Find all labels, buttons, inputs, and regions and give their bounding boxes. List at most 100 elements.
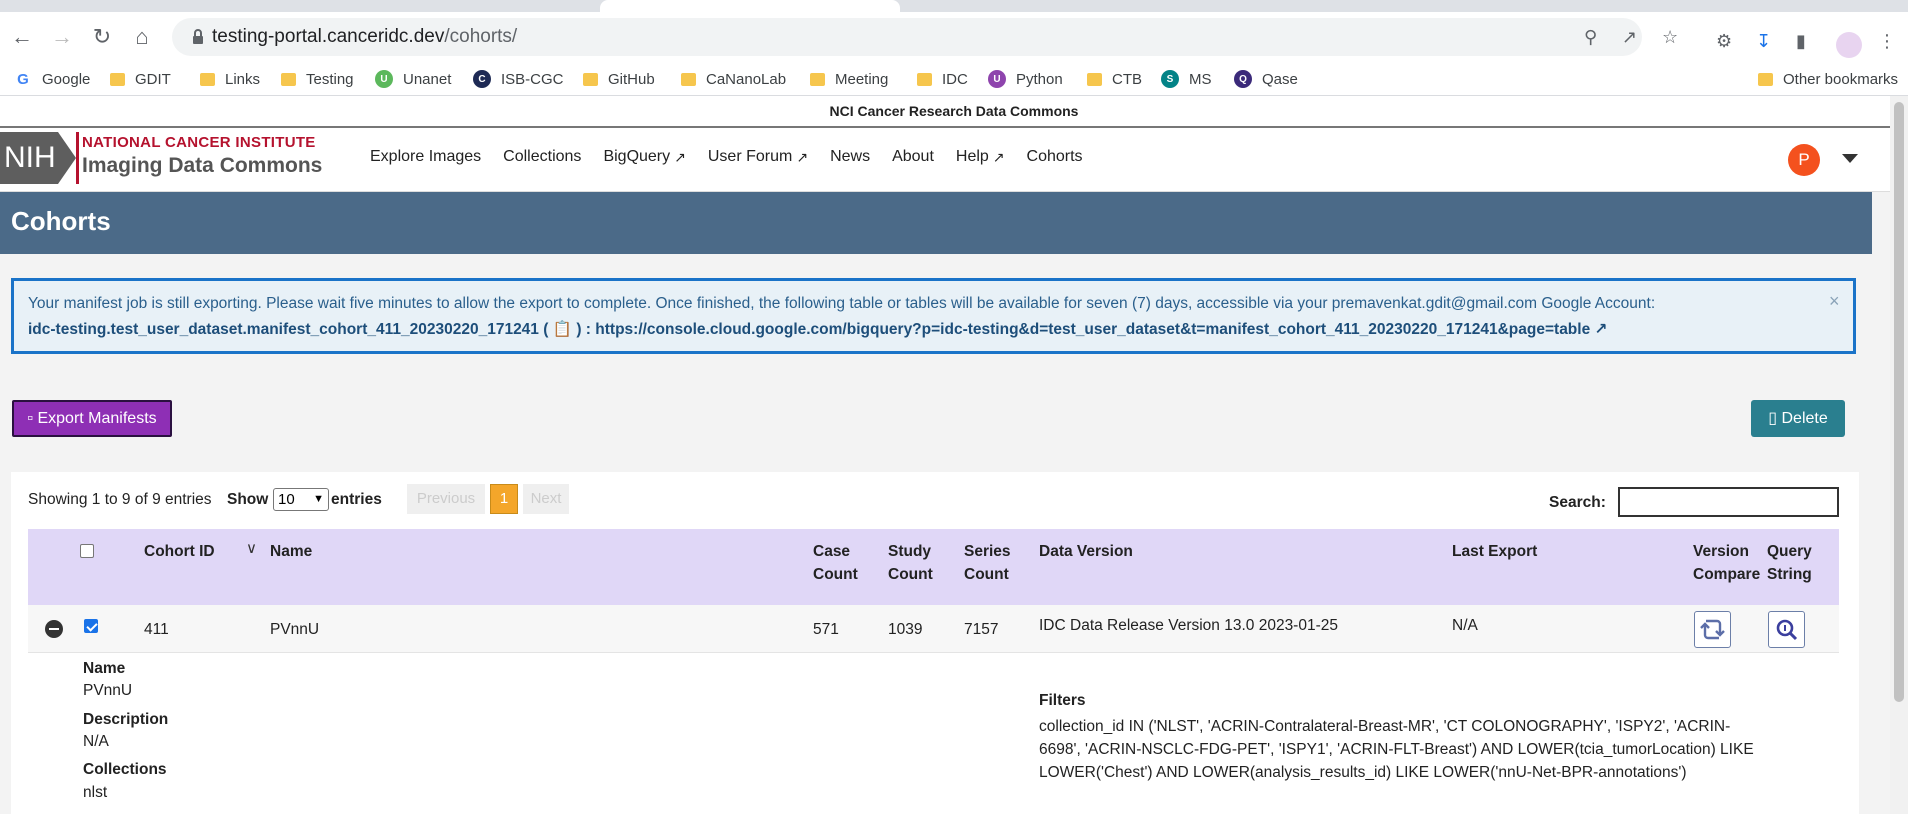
- scrollbar-thumb[interactable]: [1894, 102, 1904, 702]
- delete-button[interactable]: ▯ Delete: [1751, 400, 1845, 437]
- col-case-count[interactable]: Case Count: [813, 540, 858, 586]
- clipboard-icon: ▫: [27, 410, 38, 427]
- row-checkbox[interactable]: [84, 619, 98, 633]
- bookmark-meeting[interactable]: Meeting: [810, 68, 888, 90]
- bookmark-label: Google: [42, 70, 91, 88]
- bookmark-qase[interactable]: Q Qase: [1234, 68, 1298, 90]
- alert-bigquery-link[interactable]: https://console.cloud.google.com/bigquer…: [595, 321, 1590, 338]
- sidepanel-icon[interactable]: ▮: [1796, 31, 1806, 52]
- close-icon[interactable]: ×: [1829, 291, 1840, 312]
- address-bar[interactable]: testing-portal.canceridc.dev/cohorts/ ⚲ …: [172, 18, 1678, 56]
- col-name[interactable]: Name: [270, 540, 312, 563]
- menu-icon[interactable]: ⋮: [1878, 31, 1896, 52]
- page-scrollbar[interactable]: [1890, 96, 1908, 814]
- table-row[interactable]: 411 PVnnU 571 1039 7157 IDC Data Release…: [28, 605, 1839, 653]
- page-1-button[interactable]: 1: [490, 484, 518, 514]
- url-text: testing-portal.canceridc.dev/cohorts/: [212, 26, 517, 48]
- next-page-button[interactable]: Next: [523, 484, 569, 514]
- bookmark-google[interactable]: G Google: [14, 68, 90, 90]
- reload-icon[interactable]: ↻: [85, 20, 119, 54]
- address-row: ← → ↻ ⌂ testing-portal.canceridc.dev/coh…: [0, 12, 1908, 62]
- col-cohort-id[interactable]: Cohort ID: [144, 540, 215, 563]
- browser-chrome: ← → ↻ ⌂ testing-portal.canceridc.dev/coh…: [0, 0, 1908, 96]
- row-details: Name PVnnU Description N/A Collections n…: [28, 653, 1839, 814]
- col-last-export[interactable]: Last Export: [1452, 540, 1537, 563]
- tab-strip: [0, 0, 1908, 12]
- bookmark-label: ISB-CGC: [501, 70, 564, 88]
- python-icon: U: [988, 70, 1006, 88]
- nav-bigquery[interactable]: BigQuery ↗: [603, 148, 685, 166]
- bookmark-label: CaNanoLab: [706, 70, 787, 88]
- nih-logo[interactable]: NIH: [0, 132, 58, 184]
- home-icon[interactable]: ⌂: [125, 20, 159, 54]
- query-string-button[interactable]: [1768, 611, 1805, 648]
- chevron-down-icon: ▼: [313, 493, 324, 505]
- cell-series-count: 7157: [964, 621, 999, 638]
- collapse-row-icon[interactable]: [45, 620, 63, 638]
- extensions-icon[interactable]: ⚙: [1716, 31, 1732, 52]
- bookmark-ctb[interactable]: CTB: [1087, 68, 1142, 90]
- bookmark-idc[interactable]: IDC: [917, 68, 968, 90]
- bookmark-label: CTB: [1112, 70, 1142, 88]
- export-manifests-button[interactable]: ▫ Export Manifests: [12, 400, 172, 437]
- bookmark-isb-cgc[interactable]: C ISB-CGC: [473, 68, 564, 90]
- profile-icon[interactable]: [1836, 32, 1862, 58]
- star-icon[interactable]: ☆: [1662, 27, 1678, 48]
- alert-message: Your manifest job is still exporting. Pl…: [28, 295, 1656, 312]
- version-compare-button[interactable]: [1694, 611, 1731, 648]
- bookmark-gdit[interactable]: GDIT: [110, 68, 171, 90]
- bookmark-python[interactable]: U Python: [988, 68, 1063, 90]
- cell-name: PVnnU: [270, 621, 320, 638]
- active-tab[interactable]: [600, 0, 900, 12]
- nav-explore-images[interactable]: Explore Images: [370, 148, 481, 166]
- bookmark-cananolab[interactable]: CaNanoLab: [681, 68, 786, 90]
- user-avatar[interactable]: P: [1788, 144, 1820, 176]
- nav-news[interactable]: News: [830, 148, 870, 166]
- page-size-value: 10: [278, 491, 295, 508]
- col-label: Query: [1767, 543, 1812, 560]
- share-icon[interactable]: ↗: [1622, 27, 1637, 48]
- external-link-icon: ↗: [992, 148, 1005, 165]
- url-domain: testing-portal.canceridc.dev: [212, 26, 445, 47]
- nav-help[interactable]: Help ↗: [956, 148, 1005, 166]
- col-query-string: Query String: [1767, 540, 1812, 586]
- download-icon[interactable]: ↧: [1756, 31, 1771, 52]
- forward-icon[interactable]: →: [45, 20, 79, 54]
- nav-collections[interactable]: Collections: [503, 148, 581, 166]
- bookmark-label: Python: [1016, 70, 1063, 88]
- user-menu-caret-icon[interactable]: [1842, 154, 1858, 163]
- nav-cohorts[interactable]: Cohorts: [1027, 148, 1083, 166]
- bookmark-ms[interactable]: S MS: [1161, 68, 1212, 90]
- previous-page-button[interactable]: Previous: [407, 484, 485, 514]
- logo-divider: [76, 132, 79, 184]
- cell-study-count: 1039: [888, 621, 923, 638]
- col-data-version[interactable]: Data Version: [1039, 540, 1133, 563]
- export-alert: Your manifest job is still exporting. Pl…: [11, 278, 1856, 354]
- other-bookmarks[interactable]: Other bookmarks: [1758, 68, 1898, 90]
- select-all-checkbox[interactable]: [80, 544, 94, 558]
- nav-label: Collections: [503, 148, 582, 165]
- bookmark-unanet[interactable]: U Unanet: [375, 68, 451, 90]
- folder-icon: [200, 72, 215, 86]
- bookmark-github[interactable]: GitHub: [583, 68, 655, 90]
- zoom-icon[interactable]: ⚲: [1584, 27, 1597, 48]
- copy-icon[interactable]: ( 📋 ): [543, 321, 586, 338]
- sort-chevron-down-icon[interactable]: ∨: [246, 539, 257, 557]
- entries-info: Showing 1 to 9 of 9 entries: [28, 491, 212, 508]
- nav-about[interactable]: About: [892, 148, 934, 166]
- bookmark-testing[interactable]: Testing: [281, 68, 354, 90]
- detail-collections-value: nlst: [83, 784, 108, 801]
- search-input[interactable]: [1618, 487, 1839, 517]
- col-label: Version: [1693, 543, 1749, 560]
- bookmark-links[interactable]: Links: [200, 68, 260, 90]
- col-series-count[interactable]: Series Count: [964, 540, 1011, 586]
- col-label: Study: [888, 543, 932, 560]
- page-size-select[interactable]: 10 ▼: [273, 488, 329, 511]
- folder-icon: [281, 72, 296, 86]
- col-study-count[interactable]: Study Count: [888, 540, 933, 586]
- col-label: Case: [813, 543, 851, 560]
- back-icon[interactable]: ←: [5, 20, 39, 54]
- nav-user-forum[interactable]: User Forum ↗: [708, 148, 808, 166]
- cell-case-count: 571: [813, 621, 839, 638]
- detail-filters-value: collection_id IN ('NLST', 'ACRIN-Contral…: [1039, 718, 1754, 781]
